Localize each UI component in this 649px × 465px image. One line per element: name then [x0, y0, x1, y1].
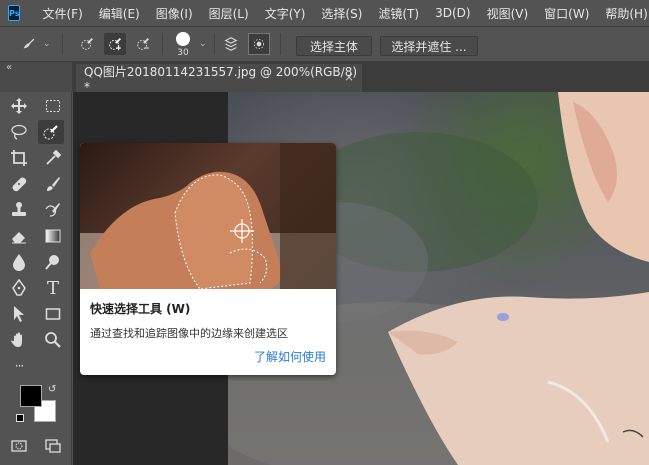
zoom-icon[interactable] — [40, 328, 66, 352]
move-tool-icon[interactable] — [6, 94, 32, 118]
menu-file[interactable]: 文件(F) — [34, 5, 90, 22]
toolbox: T ··· ↺ — [0, 92, 72, 465]
menu-help[interactable]: 帮助(H) — [597, 5, 649, 22]
auto-enhance-icon[interactable] — [248, 33, 270, 55]
sample-all-layers-icon[interactable] — [220, 33, 242, 55]
document-tab[interactable]: QQ图片20180114231557.jpg @ 200%(RGB/8) * × — [76, 64, 362, 94]
quick-mask-icon[interactable] — [6, 434, 32, 458]
tool-tooltip-card: 快速选择工具 (W) 通过查找和追踪图像中的边缘来创建选区 了解如何使用 — [80, 143, 336, 375]
add-to-selection-icon[interactable] — [104, 33, 126, 55]
menu-bar: Ps 文件(F) 编辑(E) 图像(I) 图层(L) 文字(Y) 选择(S) 滤… — [0, 0, 649, 26]
chevron-down-icon[interactable]: ⌄ — [199, 39, 207, 49]
path-select-icon[interactable] — [6, 302, 32, 326]
brush-tip-icon — [176, 32, 190, 46]
subtract-from-selection-icon[interactable] — [132, 33, 154, 55]
new-selection-icon[interactable] — [76, 33, 98, 55]
options-bar: ⌄ 30 ⌄ 选择主体 选择并遮住 ... — [0, 26, 649, 62]
menu-select[interactable]: 选择(S) — [313, 5, 370, 22]
tooltip-description: 通过查找和追踪图像中的边缘来创建选区 — [90, 327, 288, 340]
rect-marquee-icon[interactable] — [40, 94, 66, 118]
menu-view[interactable]: 视图(V) — [479, 5, 537, 22]
menu-edit[interactable]: 编辑(E) — [91, 5, 148, 22]
collapse-icon[interactable]: « — [6, 62, 12, 73]
gradient-icon[interactable] — [40, 224, 66, 248]
toolbox-header[interactable]: « — [0, 62, 72, 92]
learn-how-link[interactable]: 了解如何使用 — [254, 348, 326, 365]
menu-type[interactable]: 文字(Y) — [257, 5, 314, 22]
blur-icon[interactable] — [6, 250, 32, 274]
brush-size-value: 30 — [177, 48, 189, 58]
select-subject-button[interactable]: 选择主体 — [296, 36, 372, 56]
menu-3d[interactable]: 3D(D) — [427, 6, 478, 20]
tooltip-title: 快速选择工具 (W) — [90, 302, 191, 316]
brush-size-picker[interactable]: 30 — [172, 31, 194, 59]
swap-colors-icon[interactable]: ↺ — [48, 384, 56, 395]
default-colors-icon[interactable] — [16, 414, 24, 422]
crop-icon[interactable] — [6, 146, 32, 170]
menu-layer[interactable]: 图层(L) — [201, 5, 257, 22]
tool-preset-icon[interactable] — [18, 33, 40, 55]
menu-filter[interactable]: 滤镜(T) — [370, 5, 427, 22]
menu-image[interactable]: 图像(I) — [148, 5, 201, 22]
chevron-down-icon[interactable]: ⌄ — [43, 39, 51, 49]
dodge-icon[interactable] — [40, 250, 66, 274]
document-tab-title: QQ图片20180114231557.jpg @ 200%(RGB/8) * — [84, 64, 358, 94]
close-icon[interactable]: × — [344, 70, 354, 84]
history-brush-icon[interactable] — [40, 198, 66, 222]
foreground-color-fill[interactable] — [20, 385, 42, 407]
more-tools-icon[interactable]: ··· — [6, 354, 32, 378]
pen-icon[interactable] — [6, 276, 32, 300]
eyedropper-icon[interactable] — [40, 146, 66, 170]
rectangle-icon[interactable] — [40, 302, 66, 326]
brush-icon[interactable] — [40, 172, 66, 196]
eraser-icon[interactable] — [6, 224, 32, 248]
quick-selection-icon[interactable] — [38, 120, 64, 144]
tooltip-preview-image — [80, 143, 336, 290]
clone-stamp-icon[interactable] — [6, 198, 32, 222]
healing-brush-icon[interactable] — [6, 172, 32, 196]
type-icon[interactable]: T — [40, 276, 66, 300]
hand-icon[interactable] — [6, 328, 32, 352]
photoshop-logo: Ps — [8, 5, 21, 21]
document-tab-row: « QQ图片20180114231557.jpg @ 200%(RGB/8) *… — [0, 62, 649, 94]
screen-mode-icon[interactable] — [40, 434, 66, 458]
select-and-mask-button[interactable]: 选择并遮住 ... — [380, 36, 478, 56]
lasso-icon[interactable] — [6, 120, 32, 144]
menu-window[interactable]: 窗口(W) — [536, 5, 597, 22]
